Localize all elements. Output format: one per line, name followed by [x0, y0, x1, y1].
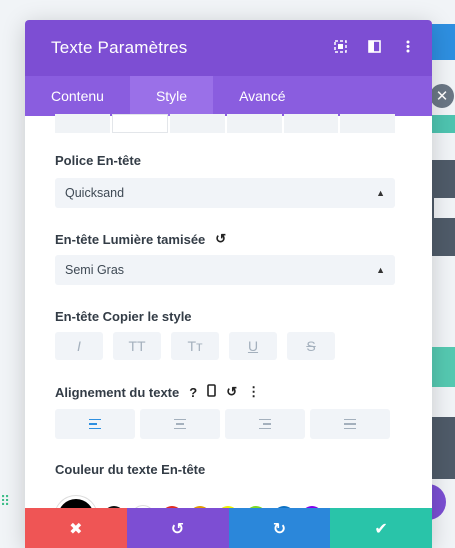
align-left-button[interactable]: [55, 409, 135, 439]
more-options-icon[interactable]: ⋮: [247, 384, 260, 400]
tab-style[interactable]: Style: [129, 76, 214, 116]
police-entete-select[interactable]: Quicksand ▲: [55, 178, 395, 208]
check-icon: ✔: [374, 518, 388, 538]
redo-button[interactable]: ↻: [228, 508, 331, 548]
align-right-icon: [259, 418, 271, 430]
strikethrough-icon: S: [306, 338, 316, 354]
help-icon[interactable]: ?: [189, 385, 197, 400]
align-justify-icon: [344, 418, 356, 430]
alignement-label: Alignement du texte ? ↺ ⋮: [55, 384, 260, 400]
settings-modal: Texte Paramètres Contenu Style Avancé Po…: [25, 20, 432, 548]
align-justify-button[interactable]: [310, 409, 390, 439]
alignment-buttons: [55, 409, 390, 439]
strikethrough-button[interactable]: S: [287, 332, 335, 360]
background-slate-block-lower: [432, 417, 455, 479]
reset-icon[interactable]: ↺: [215, 231, 226, 247]
background-teal-block: [432, 115, 455, 133]
align-left-icon: [89, 418, 101, 430]
align-right-button[interactable]: [225, 409, 305, 439]
align-center-icon: [174, 418, 186, 430]
background-circle-icon: ✕: [430, 84, 454, 108]
underline-icon: U: [247, 338, 259, 354]
device-icon[interactable]: [207, 384, 217, 400]
split-view-icon[interactable]: [366, 39, 382, 57]
italic-button[interactable]: I: [55, 332, 103, 360]
background-grid-icon: ⠿: [0, 494, 11, 510]
couleur-label-text: Couleur du texte En-tête: [55, 462, 206, 477]
police-entete-label-text: Police En-tête: [55, 153, 141, 168]
tab-avance[interactable]: Avancé: [213, 76, 311, 116]
italic-icon: I: [77, 338, 81, 354]
align-center-button[interactable]: [140, 409, 220, 439]
background-blue-block: [432, 24, 455, 60]
header-actions: [332, 39, 416, 57]
lumiere-value: Semi Gras: [65, 263, 125, 277]
text-style-buttons: I TT Tт U S: [55, 332, 335, 360]
save-button[interactable]: ✔: [330, 508, 432, 548]
police-entete-value: Quicksand: [65, 186, 125, 200]
select-arrows-icon: ▲: [376, 188, 385, 198]
modal-header: Texte Paramètres: [25, 20, 432, 76]
tab-contenu[interactable]: Contenu: [25, 76, 130, 116]
underline-button[interactable]: U: [229, 332, 277, 360]
police-entete-label: Police En-tête: [55, 153, 141, 168]
background-notch: [434, 198, 455, 218]
more-options-icon[interactable]: [400, 40, 416, 57]
reset-icon[interactable]: ↺: [226, 384, 237, 400]
lumiere-select[interactable]: Semi Gras ▲: [55, 255, 395, 285]
undo-icon: ↺: [170, 518, 185, 538]
close-icon: ✖: [69, 518, 83, 538]
lumiere-label-text: En-tête Lumière tamisée: [55, 231, 206, 247]
undo-button[interactable]: ↺: [126, 508, 229, 548]
cut-off-control-row: [55, 114, 396, 133]
select-arrows-icon: ▲: [376, 265, 385, 275]
alignement-label-text: Alignement du texte: [55, 384, 180, 400]
expand-icon[interactable]: [332, 39, 348, 57]
redo-icon: ↻: [272, 518, 287, 538]
copier-style-label: En-tête Copier le style: [55, 309, 192, 324]
small-caps-button[interactable]: Tт: [171, 332, 219, 360]
background-teal-block-lower: [432, 347, 455, 387]
modal-title: Texte Paramètres: [51, 38, 188, 57]
lumiere-label: En-tête Lumière tamisée ↺: [55, 231, 226, 247]
tab-bar: Contenu Style Avancé: [25, 76, 432, 116]
couleur-label: Couleur du texte En-tête: [55, 462, 205, 477]
copier-style-label-text: En-tête Copier le style: [55, 309, 192, 324]
cancel-button[interactable]: ✖: [25, 508, 127, 548]
uppercase-button[interactable]: TT: [113, 332, 161, 360]
modal-footer: ✖ ↺ ↻ ✔: [25, 508, 432, 548]
